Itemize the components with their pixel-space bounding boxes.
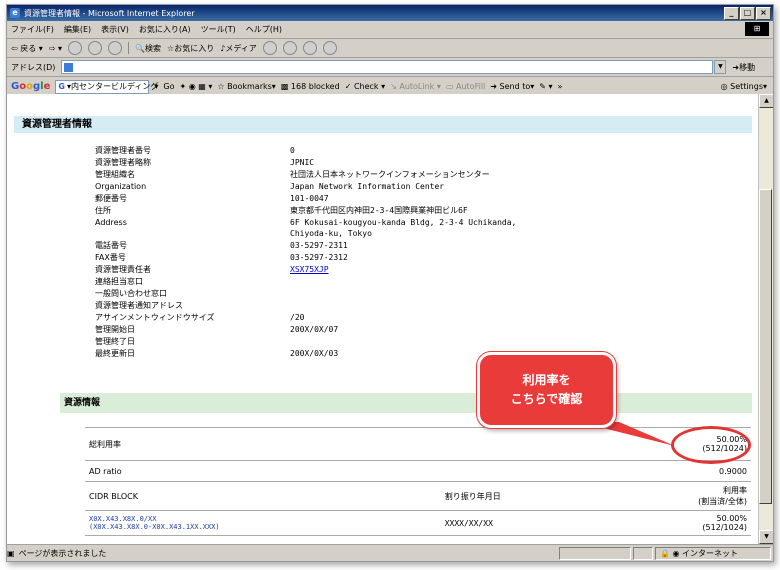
google-logo: Google: [11, 81, 51, 92]
status-page-icon: ▣: [7, 548, 15, 558]
highlight-icon[interactable]: ✎ ▾: [539, 82, 552, 91]
vertical-scrollbar[interactable]: ▲ ▼: [758, 94, 773, 544]
toolbar: ⇦ 戻る ▾ ⇨ ▾ 🔍検索 ☆お気に入り ♪メディア: [7, 39, 773, 58]
toolbar-separator: [128, 42, 130, 54]
globe-icon: ◉: [672, 548, 680, 558]
menu-favorites[interactable]: お気に入り(A): [139, 24, 191, 35]
media-button[interactable]: ♪メディア: [220, 43, 257, 54]
go-button[interactable]: ➜移動: [732, 62, 755, 73]
maximize-button[interactable]: □: [740, 6, 755, 20]
autofill-button[interactable]: ▭ AutoFill: [446, 82, 485, 91]
status-pane: [633, 546, 653, 560]
menu-file[interactable]: ファイル(F): [11, 24, 54, 35]
autolink-button[interactable]: ↘ AutoLink ▾: [390, 82, 441, 91]
address-input[interactable]: [61, 60, 714, 74]
status-bar: ▣ ページが表示されました 🔒 ◉ インターネット: [7, 544, 773, 561]
callout-arrow: [579, 422, 675, 446]
address-label: アドレス(D): [11, 62, 56, 72]
stop-icon[interactable]: [68, 41, 83, 55]
menu-tools[interactable]: ツール(T): [201, 24, 236, 35]
spell-check-button[interactable]: ✓ Check ▾: [345, 82, 385, 91]
favorites-button[interactable]: ☆お気に入り: [167, 43, 214, 54]
refresh-icon[interactable]: [88, 41, 103, 55]
address-bar: アドレス(D) ▼ ➜移動: [7, 58, 773, 77]
highlight-ellipse: [671, 426, 751, 464]
home-icon[interactable]: [108, 41, 123, 55]
history-icon[interactable]: [262, 41, 277, 55]
google-go-button[interactable]: Go: [163, 82, 174, 91]
menu-edit[interactable]: 編集(E): [64, 24, 91, 35]
menu-help[interactable]: ヘルプ(H): [246, 24, 282, 35]
back-button[interactable]: ⇦ 戻る ▾: [11, 43, 43, 54]
scroll-up-button[interactable]: ▲: [759, 94, 773, 108]
print-icon[interactable]: [302, 41, 317, 55]
security-zone: 🔒 ◉ インターネット: [655, 546, 771, 560]
search-button[interactable]: 🔍検索: [135, 43, 161, 54]
settings-button[interactable]: ◎ Settings▾: [721, 82, 767, 91]
google-search-input[interactable]: G ▾内センタービルディング: [55, 79, 158, 94]
close-button[interactable]: ×: [756, 6, 771, 20]
mail-icon[interactable]: [282, 41, 297, 55]
scroll-thumb[interactable]: [759, 189, 772, 504]
status-text: ページが表示されました: [18, 548, 107, 558]
callout-bubble: 利用率を こちらで確認: [477, 352, 616, 428]
page-content: 資源管理者情報 資源管理者番号 0 資源管理者略称 JPNIC 管理組織名 社団…: [7, 94, 759, 544]
title-bar: e 資源管理者情報 - Microsoft Internet Explorer …: [7, 5, 773, 21]
forward-button[interactable]: ⇨ ▾: [49, 44, 62, 53]
ie-window: e 資源管理者情報 - Microsoft Internet Explorer …: [6, 4, 774, 562]
address-dropdown-button[interactable]: ▼: [714, 60, 727, 74]
minimize-button[interactable]: _: [724, 6, 739, 20]
callout-line-2: こちらで確認: [510, 392, 583, 406]
google-bar-icons[interactable]: ✦ ◉ ▦ ▾: [179, 82, 212, 91]
menu-view[interactable]: 表示(V): [101, 24, 129, 35]
google-search-dropdown[interactable]: ▾: [154, 82, 158, 91]
bookmarks-button[interactable]: ☆ Bookmarks▾: [217, 82, 275, 91]
popup-blocked-button[interactable]: ▩ 168 blocked: [281, 82, 340, 91]
callout-line-1: 利用率を: [522, 373, 571, 387]
ie-icon: e: [10, 8, 20, 18]
status-pane: [559, 546, 631, 560]
scroll-down-button[interactable]: ▼: [759, 530, 773, 544]
edit-icon[interactable]: [322, 41, 337, 55]
window-title: 資源管理者情報 - Microsoft Internet Explorer: [24, 8, 195, 18]
send-to-button[interactable]: ➜ Send to▾: [490, 82, 534, 91]
lock-icon: 🔒: [660, 548, 670, 558]
windows-logo-icon: ⊞: [745, 22, 769, 36]
menu-bar: ファイル(F) 編集(E) 表示(V) お気に入り(A) ツール(T) ヘルプ(…: [7, 21, 773, 39]
page-icon: [64, 62, 74, 72]
more-button[interactable]: »: [558, 82, 563, 91]
